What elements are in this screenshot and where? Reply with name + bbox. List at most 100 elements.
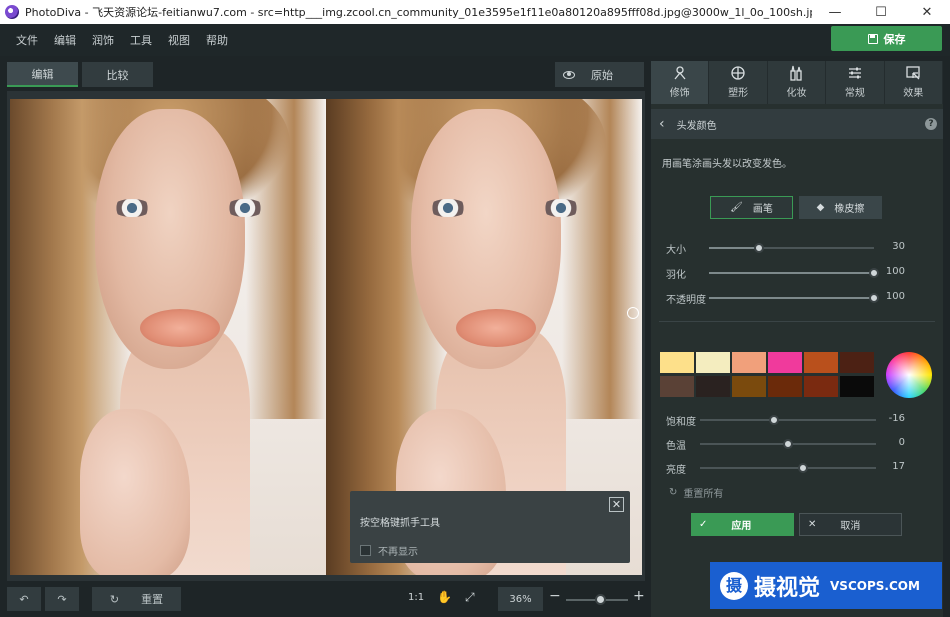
maximize-button[interactable]: ☐ bbox=[858, 0, 904, 24]
toast-close-button[interactable]: ✕ bbox=[609, 497, 624, 512]
color-swatch[interactable] bbox=[840, 352, 874, 373]
cancel-button[interactable]: ✕ 取消 bbox=[799, 513, 902, 536]
fit-screen-icon[interactable]: ⤢ bbox=[465, 590, 475, 605]
temperature-value: 0 bbox=[898, 437, 905, 448]
check-icon: ✓ bbox=[699, 519, 708, 530]
brightness-slider-knob[interactable] bbox=[797, 463, 808, 473]
menu-edit[interactable]: 编辑 bbox=[46, 32, 84, 48]
tab-shaping-label: 塑形 bbox=[728, 88, 749, 99]
photo-before[interactable] bbox=[10, 99, 326, 575]
opacity-value: 100 bbox=[885, 291, 905, 302]
color-swatch[interactable] bbox=[804, 376, 838, 397]
feather-value: 100 bbox=[885, 266, 905, 277]
save-button[interactable]: 保存 bbox=[831, 26, 942, 51]
saturation-slider[interactable]: 饱和度 -16 bbox=[651, 412, 943, 428]
tab-makeup[interactable]: 化妆 bbox=[768, 61, 827, 104]
reset-all-link[interactable]: ↻ 重置所有 bbox=[669, 485, 723, 500]
color-wheel[interactable] bbox=[886, 352, 932, 398]
eraser-icon: ◆ bbox=[816, 202, 825, 213]
menu-retouch[interactable]: 润饰 bbox=[84, 32, 122, 48]
tab-general[interactable]: 常规 bbox=[826, 61, 885, 104]
reset-all-label: 重置所有 bbox=[683, 489, 724, 500]
brightness-label: 亮度 bbox=[666, 465, 686, 476]
temperature-label: 色温 bbox=[666, 441, 686, 452]
temperature-slider-knob[interactable] bbox=[783, 439, 793, 449]
tab-general-label: 常规 bbox=[844, 88, 865, 99]
shaping-icon bbox=[730, 66, 746, 80]
menu-bar: 文件 编辑 润饰 工具 视图 帮助 bbox=[0, 24, 950, 56]
color-swatch[interactable] bbox=[696, 376, 730, 397]
color-swatch[interactable] bbox=[732, 352, 766, 373]
temperature-slider[interactable]: 色温 0 bbox=[651, 436, 943, 452]
checkbox-box[interactable] bbox=[360, 545, 371, 556]
original-button[interactable]: 原始 bbox=[555, 62, 644, 87]
tab-edit[interactable]: 编辑 bbox=[7, 62, 78, 87]
menu-file[interactable]: 文件 bbox=[8, 32, 46, 48]
color-swatch[interactable] bbox=[768, 376, 802, 397]
minimize-button[interactable]: — bbox=[812, 0, 858, 24]
color-swatch[interactable] bbox=[732, 376, 766, 397]
redo-button[interactable]: ↷ bbox=[45, 587, 79, 611]
close-window-button[interactable]: ✕ bbox=[904, 0, 950, 24]
saturation-slider-knob[interactable] bbox=[768, 415, 779, 425]
tab-retouch[interactable]: 修饰 bbox=[651, 61, 710, 104]
size-slider-knob[interactable] bbox=[753, 243, 764, 253]
cancel-label: 取消 bbox=[840, 521, 861, 532]
watermark-logo: 摄 bbox=[720, 571, 748, 600]
app-logo-icon bbox=[5, 5, 19, 19]
view-tabs: 编辑 比较 bbox=[7, 62, 153, 87]
tab-effects[interactable]: 效果 bbox=[885, 61, 943, 104]
menu-help[interactable]: 帮助 bbox=[198, 32, 236, 48]
help-icon[interactable]: ? bbox=[925, 118, 937, 130]
zoom-out-button[interactable]: − bbox=[549, 588, 561, 604]
hair-color-swatches bbox=[660, 352, 876, 397]
reset-button[interactable]: ↻ 重置 bbox=[92, 587, 181, 611]
makeup-icon bbox=[788, 65, 804, 81]
effects-icon bbox=[905, 66, 921, 80]
saturation-label: 饱和度 bbox=[666, 417, 696, 428]
brush-button[interactable]: 🖌 画笔 bbox=[710, 196, 793, 219]
color-swatch[interactable] bbox=[804, 352, 838, 373]
apply-label: 应用 bbox=[731, 521, 752, 532]
checkbox-label: 不再显示 bbox=[378, 547, 418, 558]
color-swatch[interactable] bbox=[768, 352, 802, 373]
apply-button[interactable]: ✓ 应用 bbox=[691, 513, 794, 536]
feather-slider[interactable]: 羽化 100 bbox=[651, 265, 943, 281]
size-slider[interactable]: 大小 30 bbox=[651, 240, 943, 256]
zoom-slider[interactable] bbox=[566, 594, 628, 605]
menu-tools[interactable]: 工具 bbox=[122, 32, 160, 48]
divider bbox=[659, 321, 935, 322]
tab-retouch-label: 修饰 bbox=[669, 88, 690, 99]
tab-effects-label: 效果 bbox=[903, 88, 924, 99]
floppy-icon bbox=[867, 33, 878, 44]
retouch-icon bbox=[672, 66, 688, 80]
tab-compare[interactable]: 比较 bbox=[82, 62, 153, 87]
brightness-value: 17 bbox=[892, 461, 905, 472]
eraser-button[interactable]: ◆ 橡皮擦 bbox=[799, 196, 882, 219]
saturation-value: -16 bbox=[888, 413, 905, 424]
adjust-icon bbox=[847, 66, 863, 80]
reset-label: 重置 bbox=[141, 593, 164, 606]
brightness-slider[interactable]: 亮度 17 bbox=[651, 460, 943, 476]
zoom-level-field[interactable]: 36% bbox=[498, 587, 543, 611]
one-to-one-button[interactable]: 1:1 bbox=[408, 592, 424, 603]
back-icon[interactable]: ‹ bbox=[659, 116, 665, 132]
color-swatch[interactable] bbox=[660, 352, 694, 373]
dont-show-again-checkbox[interactable]: 不再显示 bbox=[360, 543, 418, 558]
eye-icon bbox=[563, 70, 575, 79]
undo-button[interactable]: ↶ bbox=[7, 587, 41, 611]
brush-cursor-icon bbox=[627, 307, 639, 319]
color-swatch[interactable] bbox=[840, 376, 874, 397]
hint-toast: ✕ 按空格键抓手工具 不再显示 bbox=[350, 491, 630, 563]
tab-shaping[interactable]: 塑形 bbox=[709, 61, 768, 104]
section-title: 头发颜色 bbox=[676, 120, 717, 132]
size-label: 大小 bbox=[666, 245, 686, 256]
color-swatch[interactable] bbox=[660, 376, 694, 397]
opacity-slider[interactable]: 不透明度 100 bbox=[651, 290, 943, 306]
hand-tool-icon[interactable]: ✋ bbox=[437, 590, 452, 604]
zoom-slider-knob[interactable] bbox=[595, 594, 607, 605]
title-bar: PhotoDiva - 飞天资源论坛-feitianwu7.com - src=… bbox=[0, 0, 950, 24]
color-swatch[interactable] bbox=[696, 352, 730, 373]
zoom-in-button[interactable]: + bbox=[633, 588, 645, 604]
menu-view[interactable]: 视图 bbox=[160, 32, 198, 48]
